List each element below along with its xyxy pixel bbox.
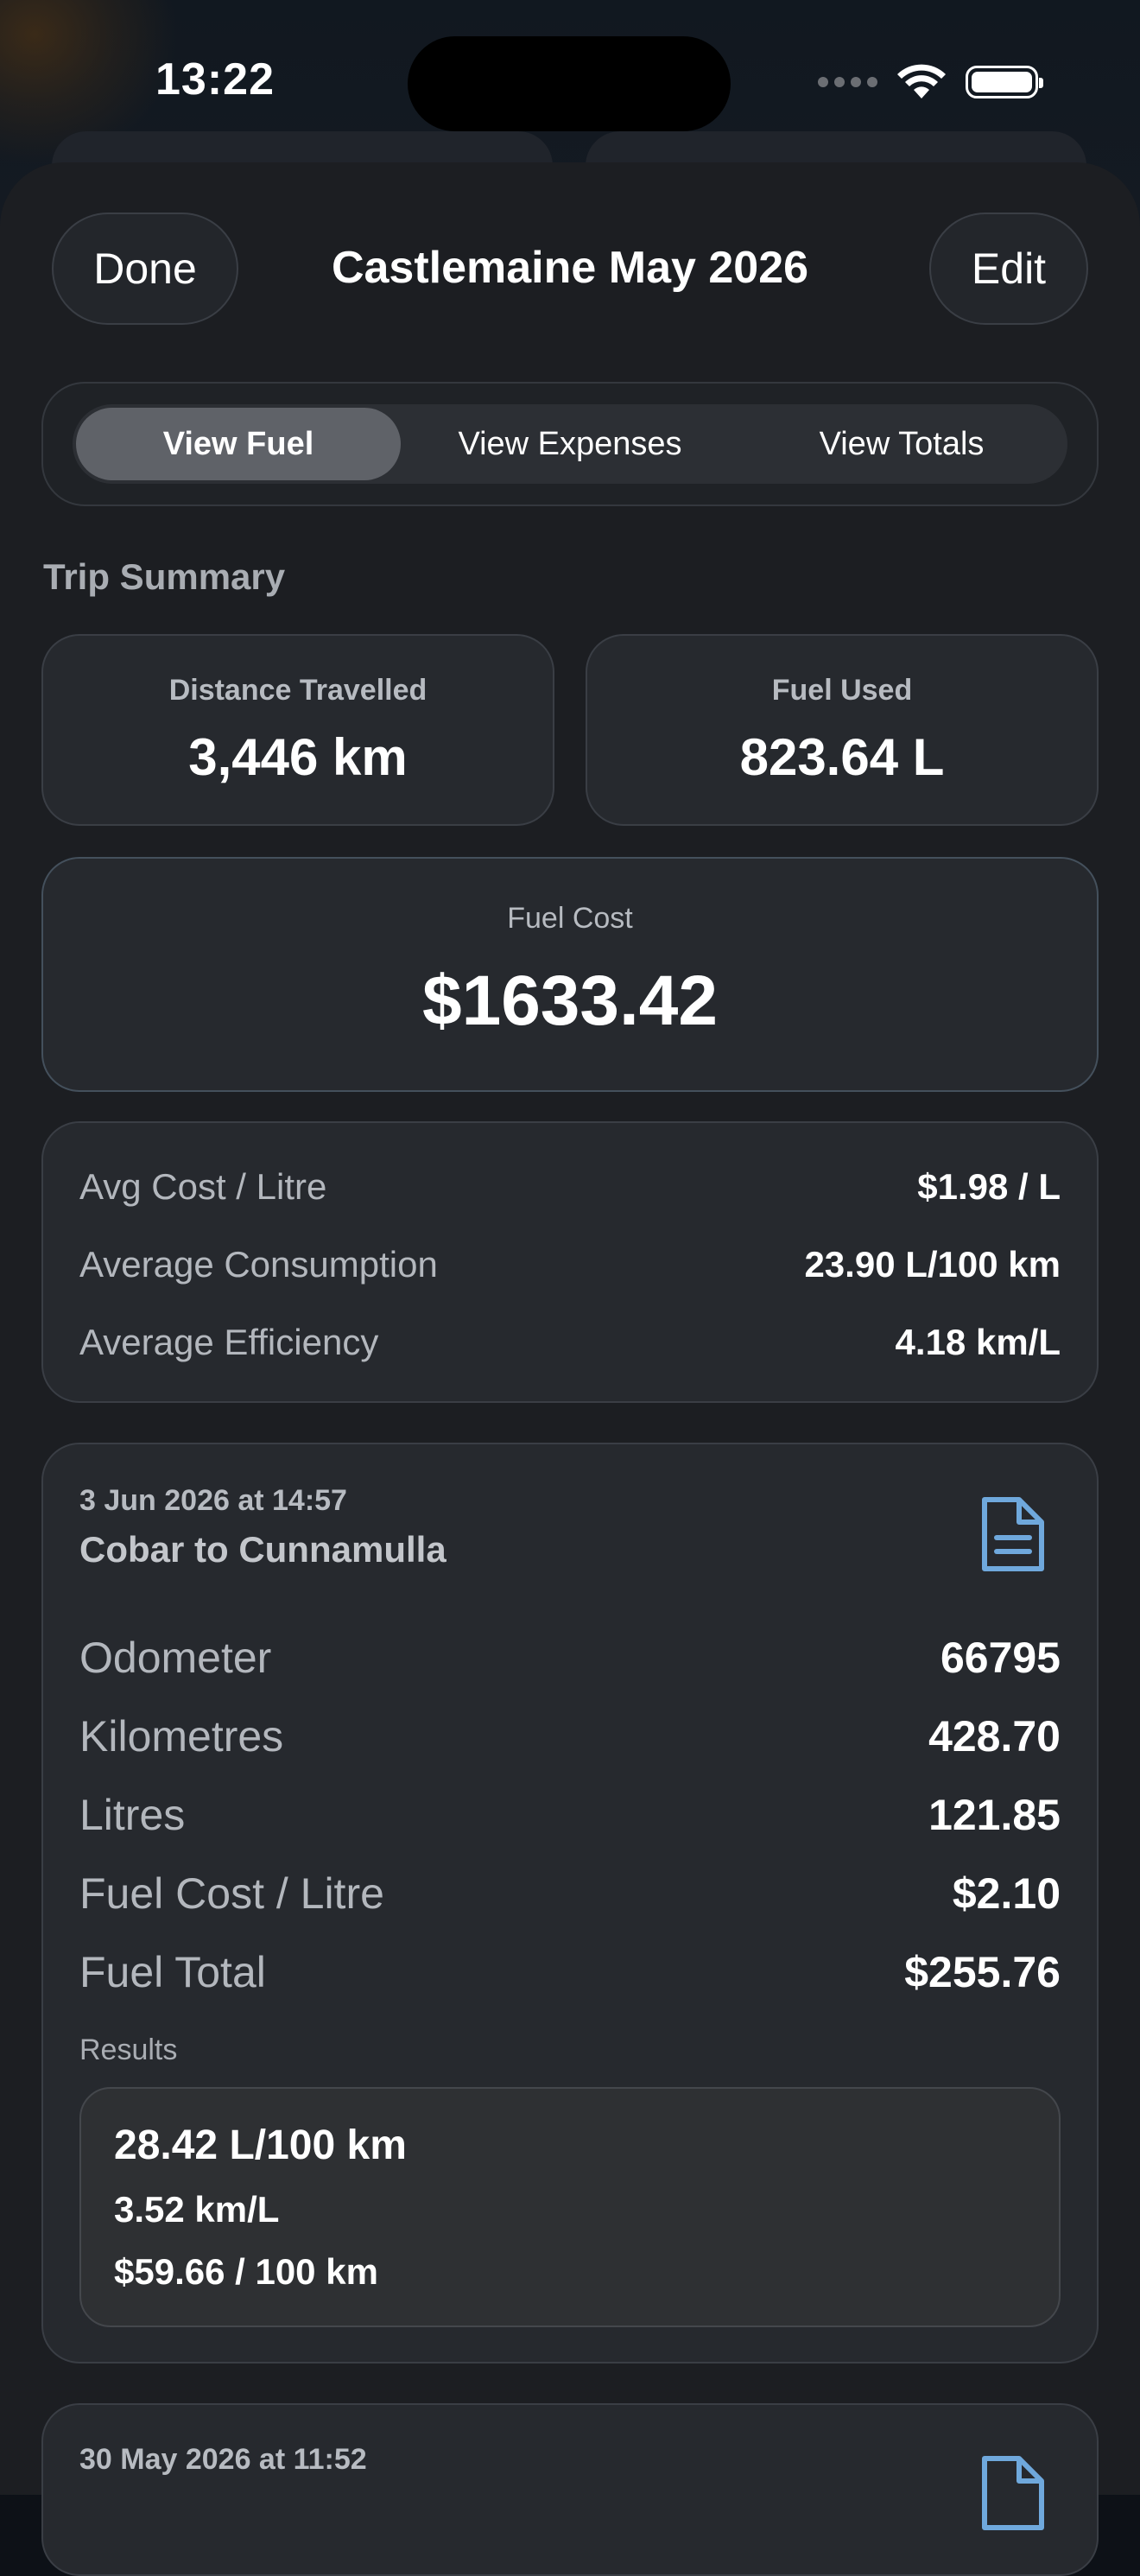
cost-per-litre-value: $2.10 [952,1869,1061,1918]
entry-date: 30 May 2026 at 11:52 [79,2443,367,2476]
segment-view-fuel[interactable]: View Fuel [76,408,401,480]
document-icon[interactable] [979,2453,1047,2533]
litres-row: Litres 121.85 [79,1790,1061,1840]
fuel-used-value: 823.64 L [739,728,945,786]
avg-consumption-row: Average Consumption 23.90 L/100 km [79,1244,1061,1285]
odometer-row: Odometer 66795 [79,1633,1061,1683]
avg-cost-row: Avg Cost / Litre $1.98 / L [79,1166,1061,1208]
avg-efficiency-label: Average Efficiency [79,1322,379,1362]
view-segmented-control: View Fuel View Expenses View Totals [41,382,1099,506]
cost-per-litre-row: Fuel Cost / Litre $2.10 [79,1869,1061,1919]
avg-cost-label: Avg Cost / Litre [79,1166,327,1207]
edit-button[interactable]: Edit [929,213,1088,325]
kilometres-label: Kilometres [79,1712,284,1761]
avg-consumption-label: Average Consumption [79,1244,438,1285]
fuel-entry-card[interactable]: 3 Jun 2026 at 14:57 Cobar to Cunnamulla … [41,1443,1099,2363]
section-title: Trip Summary [43,556,286,597]
segment-view-expenses[interactable]: View Expenses [408,408,732,480]
cellular-signal-icon [818,77,877,87]
status-icons [818,64,1043,100]
results-box: 28.42 L/100 km 3.52 km/L $59.66 / 100 km [79,2087,1061,2327]
distance-value: 3,446 km [188,728,408,786]
result-cost-per-100km: $59.66 / 100 km [114,2251,378,2292]
fuel-entry-card[interactable]: 30 May 2026 at 11:52 [41,2403,1099,2576]
fuel-total-row: Fuel Total $255.76 [79,1947,1061,1997]
litres-value: 121.85 [928,1791,1061,1839]
result-consumption: 28.42 L/100 km [114,2122,407,2168]
avg-consumption-value: 23.90 L/100 km [804,1244,1061,1285]
results-label: Results [79,2034,178,2066]
fuel-total-label: Fuel Total [79,1948,266,1996]
segment-view-totals[interactable]: View Totals [739,408,1064,480]
cost-per-litre-label: Fuel Cost / Litre [79,1869,384,1918]
dynamic-island [408,36,731,131]
fuel-used-card: Fuel Used 823.64 L [586,634,1099,826]
avg-efficiency-value: 4.18 km/L [895,1322,1061,1362]
avg-cost-value: $1.98 / L [917,1166,1061,1207]
document-icon[interactable] [979,1494,1047,1574]
kilometres-row: Kilometres 428.70 [79,1711,1061,1761]
result-efficiency: 3.52 km/L [114,2189,280,2230]
averages-card: Avg Cost / Litre $1.98 / L Average Consu… [41,1121,1099,1403]
kilometres-value: 428.70 [928,1712,1061,1761]
odometer-value: 66795 [940,1634,1061,1682]
fuel-cost-value: $1633.42 [421,961,718,1040]
avg-efficiency-row: Average Efficiency 4.18 km/L [79,1322,1061,1363]
fuel-used-label: Fuel Used [771,674,913,707]
entry-date: 3 Jun 2026 at 14:57 [79,1484,347,1517]
distance-label: Distance Travelled [168,674,428,707]
fuel-total-value: $255.76 [904,1948,1061,1996]
battery-icon [966,66,1043,98]
status-time: 13:22 [155,54,275,105]
fuel-cost-label: Fuel Cost [507,902,633,935]
fuel-cost-card: Fuel Cost $1633.42 [41,857,1099,1092]
litres-label: Litres [79,1791,186,1839]
entry-title: Cobar to Cunnamulla [79,1529,446,1570]
odometer-label: Odometer [79,1634,272,1682]
wifi-icon [897,64,946,98]
distance-card: Distance Travelled 3,446 km [41,634,554,826]
